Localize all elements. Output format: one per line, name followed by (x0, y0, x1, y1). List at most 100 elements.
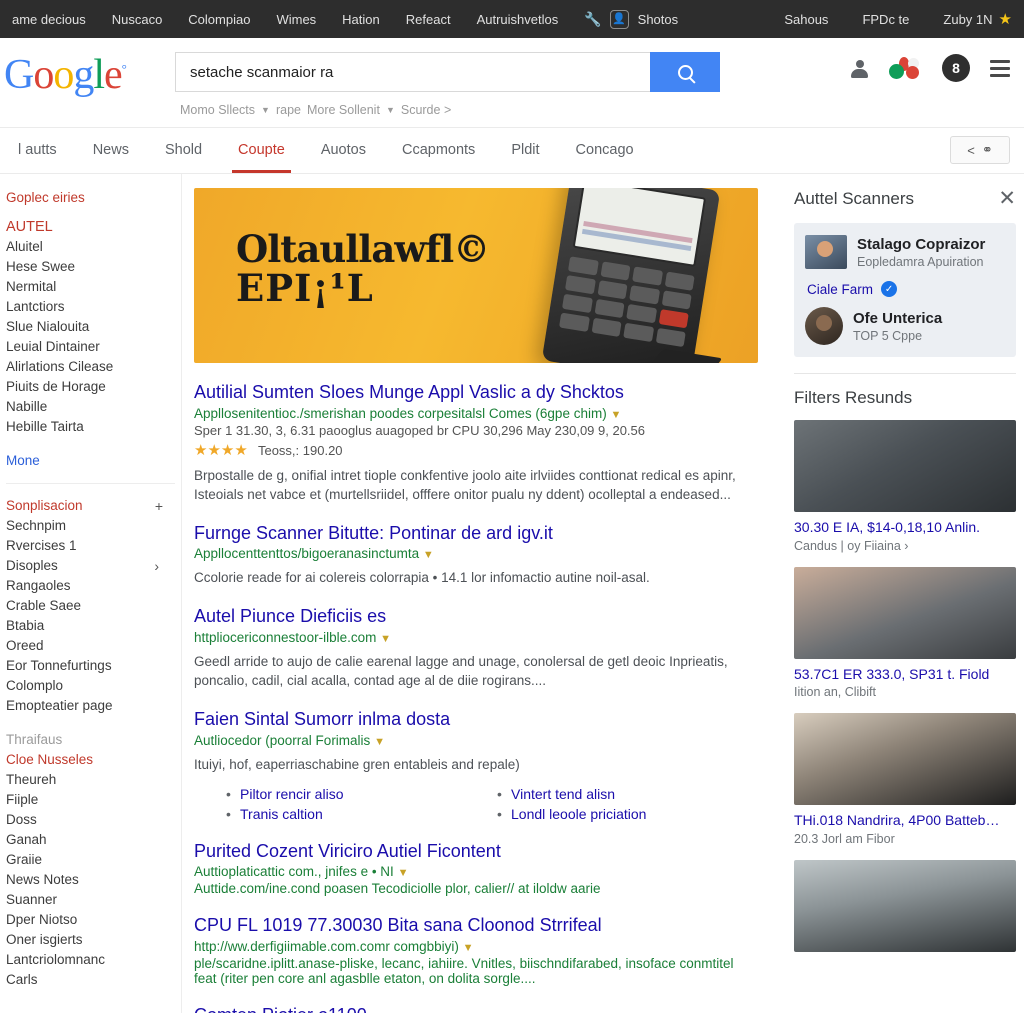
result-url[interactable]: Autliocedor (poorral Forimalis ▼ (194, 733, 758, 748)
sidebar-group2-item-1[interactable]: Sechnpim (4, 516, 181, 536)
topbar-right-item-0[interactable]: Sahous (784, 12, 828, 27)
result-title[interactable]: Autilial Sumten Sloes Munge Appl Vaslic … (194, 381, 758, 404)
chevron-right-icon[interactable]: › (154, 556, 159, 576)
topbar-right-item-2[interactable]: Zuby 1N (943, 12, 992, 27)
chevron-down-icon[interactable]: ▼ (398, 867, 409, 879)
tab-6[interactable]: Pldit (493, 128, 557, 173)
menu-icon[interactable] (990, 59, 1010, 77)
sidebar-group3-item-1[interactable]: Cloe Nusseles (4, 750, 181, 770)
product-card[interactable]: THi.018 Nandrira, 4P00 Batteb… 20.3 Jorl… (794, 713, 1016, 846)
topbar-item-5[interactable]: Refeact (406, 12, 451, 27)
sitelink-1[interactable]: Vintert tend alisn (497, 786, 758, 802)
tab-7[interactable]: Concago (558, 128, 652, 173)
result-url[interactable]: Appllocenttenttos/bigoeranasinctumta ▼ (194, 546, 758, 561)
product-card[interactable]: 53.7C1 ER 333.0, SP31 t. Fiold Iition an… (794, 566, 1016, 699)
close-icon[interactable]: ✕ (998, 188, 1016, 209)
sidebar-item-3[interactable]: Nermital (4, 277, 181, 297)
tab-5[interactable]: Ccapmonts (384, 128, 493, 173)
result-title[interactable]: Furnge Scanner Bitutte: Pontinar de ard … (194, 522, 758, 545)
result-url[interactable]: http://ww.derfigiimable.com.comr comgbbi… (194, 939, 758, 954)
topbar-item-6[interactable]: Autruishvetlos (477, 12, 559, 27)
sidebar-item-6[interactable]: Leuial Dintainer (4, 337, 181, 357)
chevron-down-icon[interactable]: ▼ (423, 549, 434, 561)
result-url[interactable]: Auttioplaticattic com., jnifes e • NI ▼ (194, 864, 758, 879)
person-icon[interactable] (851, 59, 868, 78)
sidebar-group2-item-10[interactable]: Emopteatier page (4, 696, 181, 716)
sidebar-group3-item-10[interactable]: Oner isgierts (4, 930, 181, 950)
result-title[interactable]: Purited Cozent Viriciro Autiel Ficontent (194, 840, 758, 863)
share-button[interactable]: < ⚭ (950, 136, 1010, 164)
tool-item-0[interactable]: Momo Sllects (180, 103, 255, 117)
search-button[interactable] (650, 52, 720, 92)
sidebar-group3-item-5[interactable]: Ganah (4, 830, 181, 850)
sidebar-group2-item-0[interactable]: Sonplisacion + (4, 496, 181, 516)
sidebar-group3-item-6[interactable]: Graiie (4, 850, 181, 870)
sidebar-item-2[interactable]: Hese Swee (4, 257, 181, 277)
google-logo[interactable]: Google° (0, 46, 175, 96)
chevron-down-icon[interactable]: ▼ (374, 736, 385, 748)
sidebar-group2-item-6[interactable]: Btabia (4, 616, 181, 636)
sidebar-group2-item-5[interactable]: Crable Saee (4, 596, 181, 616)
result-title[interactable]: Comten Piotier o1100 (194, 1004, 758, 1013)
sidebar-group2-item-2[interactable]: Rvercises 1 (4, 536, 181, 556)
tab-2[interactable]: Shold (147, 128, 220, 173)
product-title[interactable]: THi.018 Nandrira, 4P00 Batteb… (794, 812, 1016, 830)
sidebar-item-9[interactable]: Nabille (4, 397, 181, 417)
sidebar-group2-item-4[interactable]: Rangaoles (4, 576, 181, 596)
panel-link[interactable]: Ciale Farm (807, 282, 873, 297)
product-title[interactable]: 53.7C1 ER 333.0, SP31 t. Fiold (794, 666, 1016, 684)
plus-icon[interactable]: + (155, 496, 163, 516)
sidebar-group2-item-8[interactable]: Eor Tonnefurtings (4, 656, 181, 676)
product-card[interactable] (794, 859, 1016, 952)
person-row-second[interactable]: Ofe Unterica TOP 5 Cppe (805, 307, 1005, 345)
sidebar-item-8[interactable]: Piuits de Horage (4, 377, 181, 397)
tab-4[interactable]: Auotos (303, 128, 384, 173)
topbar-item-0[interactable]: ame decious (12, 12, 86, 27)
topbar-right-item-1[interactable]: FPDc te (862, 12, 909, 27)
sidebar-group3-item-9[interactable]: Dper Niotso (4, 910, 181, 930)
tool-item-1[interactable]: rape (276, 103, 301, 117)
sidebar-item-autel[interactable]: AUTEL (4, 217, 181, 237)
chevron-down-icon[interactable]: ▼ (380, 633, 391, 645)
person-row-main[interactable]: Stalago Copraizor Eopledamra Apuiration (805, 235, 1005, 269)
tab-1[interactable]: News (75, 128, 147, 173)
sidebar-group3-item-12[interactable]: Carls (4, 970, 181, 990)
topbar-photos-label[interactable]: Shotos (638, 12, 678, 27)
topbar-item-4[interactable]: Hation (342, 12, 380, 27)
sidebar-item-10[interactable]: Hebille Tairta (4, 417, 181, 437)
result-title[interactable]: CPU FL 1019 77.30030 Bita sana Cloonod S… (194, 914, 758, 937)
sitelink-0[interactable]: Piltor rencir aliso (226, 786, 487, 802)
apps-colorful-icon[interactable] (888, 57, 922, 79)
sidebar-group2-item-9[interactable]: Colomplo (4, 676, 181, 696)
search-input[interactable] (175, 52, 650, 92)
chevron-down-icon[interactable]: ▼ (463, 942, 474, 954)
sidebar-group3-item-11[interactable]: Lantcriolomnanc (4, 950, 181, 970)
wrench-icon[interactable]: 🔧 (584, 11, 601, 28)
result-title[interactable]: Faien Sintal Sumorr inlma dosta (194, 708, 758, 731)
tab-0[interactable]: l autts (0, 128, 75, 173)
topbar-item-2[interactable]: Colompiao (188, 12, 250, 27)
sidebar-item-1[interactable]: Aluitel (4, 237, 181, 257)
sidebar-group3-item-2[interactable]: Theureh (4, 770, 181, 790)
sidebar-item-4[interactable]: Lantctiors (4, 297, 181, 317)
avatar[interactable]: 8 (942, 54, 970, 82)
sidebar-group3-item-8[interactable]: Suanner (4, 890, 181, 910)
sidebar-group3-item-7[interactable]: News Notes (4, 870, 181, 890)
sidebar-group3-item-3[interactable]: Fiiple (4, 790, 181, 810)
sidebar-item-7[interactable]: Alirlations Cilease (4, 357, 181, 377)
sidebar-item-5[interactable]: Slue Nialouita (4, 317, 181, 337)
verified-link-row[interactable]: Ciale Farm ✓ (807, 281, 1005, 297)
topbar-item-3[interactable]: Wimes (276, 12, 316, 27)
chevron-down-icon-0[interactable]: ▼ (261, 105, 270, 115)
tab-3-active[interactable]: Coupte (220, 128, 303, 173)
sidebar-group2-item-7[interactable]: Oreed (4, 636, 181, 656)
sitelink-3[interactable]: Londl leoole priciation (497, 806, 758, 822)
chevron-down-icon-1[interactable]: ▼ (386, 105, 395, 115)
result-title[interactable]: Autel Piunce Dieficiis es (194, 605, 758, 628)
product-card[interactable]: 30.30 E IA, $14-0,18,10 Anlin. Candus | … (794, 420, 1016, 553)
chevron-down-icon[interactable]: ▼ (610, 409, 621, 421)
topbar-item-1[interactable]: Nuscaco (112, 12, 163, 27)
product-title[interactable]: 30.30 E IA, $14-0,18,10 Anlin. (794, 519, 1016, 537)
sidebar-group3-item-4[interactable]: Doss (4, 810, 181, 830)
sidebar-group2-item-3[interactable]: Disoples › (4, 556, 181, 576)
